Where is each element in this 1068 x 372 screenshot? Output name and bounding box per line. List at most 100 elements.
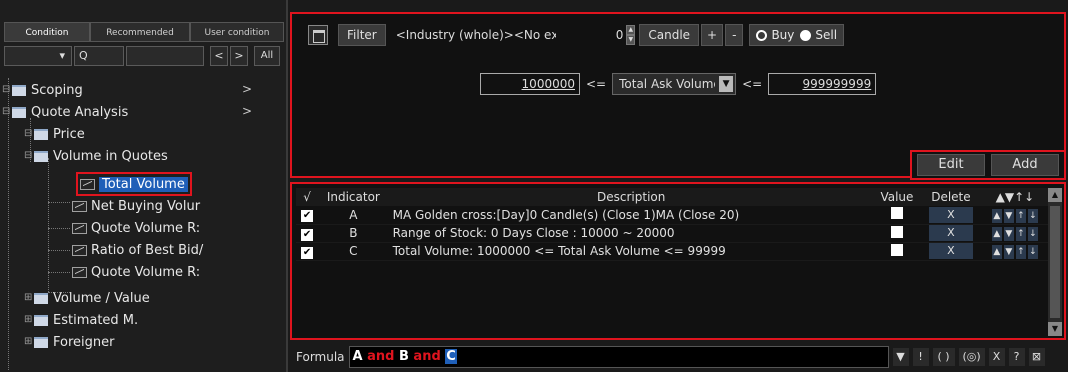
table-row[interactable]: ✔ C Total Volume: 1000000 <= Total Ask V… [296,242,1048,261]
tab-recommended[interactable]: Recommended [90,22,190,42]
min-value-input[interactable]: 1000000 [480,73,580,95]
category-dropdown[interactable]: ▾ [4,46,72,66]
all-button[interactable]: All [254,46,280,66]
search-button[interactable]: Q [74,46,124,66]
tab-user-condition[interactable]: User condition [190,22,284,42]
expander-icon[interactable]: ⊞ [24,292,32,303]
expander-icon[interactable]: ⊟ [2,106,10,117]
move-top-icon[interactable]: ↑ [1015,208,1026,223]
move-up-icon[interactable]: ▲ [991,245,1002,259]
parentheses-button[interactable]: ( ) [932,348,955,366]
add-button[interactable]: Add [991,154,1059,176]
value-box[interactable] [890,207,903,220]
move-up-icon[interactable]: ▲ [991,227,1002,241]
chevron-right-icon[interactable]: > [242,104,252,118]
search-input[interactable] [126,46,204,66]
move-bottom-icon[interactable]: ↓ [1027,208,1038,223]
indicator-dropdown[interactable]: Total Ask Volume ▼ [612,73,737,95]
candle-count[interactable]: 0 [616,28,624,42]
tree-item-volume-value[interactable]: Volume / Value [34,288,150,308]
down-arrow-icon[interactable]: ▼ [626,35,636,45]
expander-icon[interactable]: ⊟ [2,84,10,95]
move-bottom-icon[interactable]: ↓ [1027,227,1038,241]
move-down-icon[interactable]: ▼ [1003,245,1014,259]
delete-button[interactable]: X [928,225,973,241]
folder-icon [34,336,48,348]
tree-item-ratio-of-best-bid[interactable]: Ratio of Best Bid/ [72,240,203,260]
row-checkbox[interactable]: ✔ [301,210,314,223]
scroll-down-icon[interactable]: ▼ [1048,322,1062,336]
max-value: 999999999 [802,77,872,91]
minus-button[interactable]: - [725,24,744,46]
up-arrow-icon[interactable]: ▲ [626,25,636,35]
expander-icon[interactable]: ⊟ [24,150,32,161]
prev-button[interactable]: < [210,46,228,66]
tree-item-price[interactable]: Price [34,124,85,144]
formula-input[interactable]: A and B and C [348,346,889,368]
formula-dropdown-icon[interactable]: ▼ [892,348,909,366]
table-row[interactable]: ✔ A MA Golden cross:[Day]0 Candle(s) (Cl… [296,206,1048,225]
scroll-up-icon[interactable]: ▲ [1048,188,1062,202]
not-operator-button[interactable]: ! [912,348,929,366]
row-checkbox[interactable]: ✔ [301,228,314,241]
move-top-icon[interactable]: ↑ [1015,245,1026,259]
filter-settings-icon[interactable] [308,25,328,45]
move-bottom-icon[interactable]: ↓ [1027,245,1038,259]
tree-item-volume-in-quotes[interactable]: Volume in Quotes [34,146,168,166]
expander-icon[interactable]: ⊞ [24,314,32,325]
image-icon[interactable]: ⊠ [1028,348,1045,366]
tree-item-total-volume[interactable]: Total Volume [76,172,192,196]
edit-button[interactable]: Edit [917,154,985,176]
tree-item-foreigner[interactable]: Foreigner [34,332,114,352]
value-box[interactable] [890,243,903,256]
tree-connector [8,78,9,370]
chevron-down-icon[interactable]: ▼ [719,76,734,92]
vertical-scrollbar[interactable]: ▲ ▼ [1048,188,1062,336]
move-top-icon[interactable]: ↑ [1015,227,1026,241]
move-down-icon[interactable]: ▼ [1003,227,1014,241]
formula-token: A [352,349,363,364]
help-button[interactable]: ? [1008,348,1025,366]
table-row[interactable]: ✔ B Range of Stock: 0 Days Close : 10000… [296,224,1048,243]
group-button[interactable]: (◎) [958,348,985,366]
expander-icon[interactable]: ⊞ [24,336,32,347]
header-check[interactable]: √ [296,188,319,206]
tree-item-estimated[interactable]: Estimated M. [34,310,138,330]
header-indicator: Indicator [318,188,389,206]
radio-selected-icon [800,29,812,41]
count-stepper[interactable]: ▲ ▼ [626,25,636,45]
next-button[interactable]: > [230,46,248,66]
chevron-right-icon[interactable]: > [242,82,252,96]
tree-item-scoping[interactable]: Scoping [12,80,83,100]
condition-row: 1000000 <= Total Ask Volume ▼ <= 9999999… [480,72,877,96]
delete-button[interactable]: X [928,206,973,223]
scroll-thumb[interactable] [1050,206,1060,318]
row-checkbox[interactable]: ✔ [301,246,314,259]
expander-icon[interactable]: ⊟ [24,128,32,139]
table-header: √ Indicator Description Value Delete ▲▼↑… [296,188,1048,206]
delete-button[interactable]: X [928,243,973,259]
filter-bar: Filter <Industry (whole)><No exclusion><… [308,24,845,46]
chart-icon [72,244,87,256]
max-value-input[interactable]: 999999999 [768,73,877,95]
tree-item-quote-volume-ratio[interactable]: Quote Volume R: [72,218,200,238]
indicator-label: Total Ask Volume [619,77,716,91]
clear-button[interactable]: X [988,348,1005,366]
value-box[interactable] [890,225,903,238]
tree-item-label: Foreigner [53,334,115,350]
indicator-table-panel: √ Indicator Description Value Delete ▲▼↑… [290,182,1066,340]
tree-item-net-buying-volume[interactable]: Net Buying Volur [72,196,200,216]
plus-button[interactable]: + [701,24,724,46]
candle-button[interactable]: Candle [639,24,700,46]
row-order-controls: ▲ ▼ ↑ ↓ [991,245,1038,259]
folder-icon [34,314,48,326]
row-description: Total Volume: 1000000 <= Total Ask Volum… [388,242,874,261]
tree-item-quote-analysis[interactable]: Quote Analysis [12,102,128,122]
move-down-icon[interactable]: ▼ [1003,208,1014,223]
tab-condition[interactable]: Condition [4,22,90,42]
filter-button[interactable]: Filter [338,24,386,46]
move-up-icon[interactable]: ▲ [991,208,1002,223]
buy-radio[interactable]: Buy Sell [749,24,845,46]
condition-tree: ⊟ Scoping > ⊟ Quote Analysis > ⊟ Price ⊟… [0,70,284,372]
tree-item-quote-volume-ratio-2[interactable]: Quote Volume R: [72,262,200,282]
